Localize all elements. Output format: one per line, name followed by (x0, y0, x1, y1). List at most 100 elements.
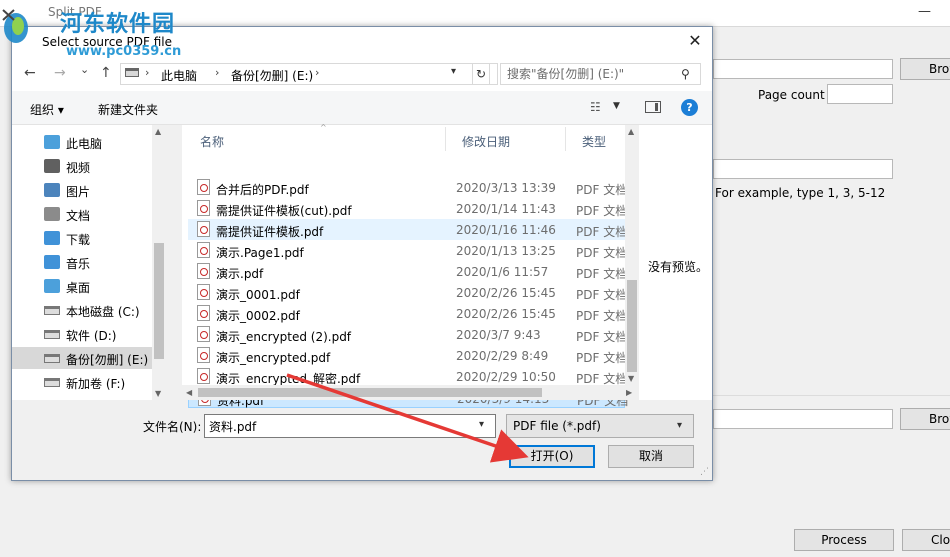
file-list: ^ 名称 修改日期 类型 合并后的PDF.pdf 2020/3/13 13:39 P… (182, 123, 639, 408)
column-divider[interactable] (445, 127, 446, 151)
file-list-scrollbar[interactable]: ▲ ▼ (625, 125, 639, 385)
chevron-right-icon[interactable]: › (145, 66, 149, 79)
file-row[interactable]: 演示_encrypted.pdf 2020/2/29 8:49 PDF 文档 (188, 345, 627, 366)
forward-arrow-icon[interactable]: → (54, 65, 66, 81)
search-icon[interactable]: ⚲ (681, 67, 690, 81)
filename-combobox[interactable]: ▾ (204, 414, 496, 438)
chevron-down-icon[interactable]: ▾ (451, 66, 456, 77)
scroll-down-icon[interactable]: ▼ (155, 389, 161, 398)
file-name: 演示_0001.pdf (216, 288, 300, 302)
pdf-file-icon (197, 242, 210, 258)
nav-pane-scrollbar[interactable]: ▲ ▼ (152, 125, 166, 400)
chevron-right-icon[interactable]: › (315, 66, 319, 79)
chevron-down-icon[interactable]: ▼ (613, 101, 620, 111)
search-box[interactable]: ⚲ (500, 63, 701, 85)
nav-item[interactable]: 新加卷 (F:) (12, 371, 152, 393)
scroll-up-icon[interactable]: ▲ (628, 127, 634, 136)
address-bar[interactable]: › 此电脑 › 备份[勿删] (E:) › ▾ (120, 63, 498, 85)
close-app-button[interactable]: Clo (902, 529, 950, 551)
file-name: 合并后的PDF.pdf (216, 183, 309, 197)
pdf-file-icon (197, 263, 210, 279)
file-row[interactable]: 演示_0002.pdf 2020/2/26 15:45 PDF 文档 (188, 303, 628, 324)
browse-output-button[interactable]: Brow (900, 408, 950, 430)
watermark-logo-icon (2, 9, 28, 43)
breadcrumb-this-pc[interactable]: 此电脑 (161, 67, 197, 84)
nav-item-label: 桌面 (66, 281, 91, 295)
chevron-right-icon[interactable]: › (215, 66, 219, 79)
up-arrow-icon[interactable]: ↑ (100, 65, 112, 81)
file-row[interactable]: 演示.Page1.pdf 2020/1/13 13:25 PDF 文档 (188, 240, 627, 261)
scroll-right-icon[interactable]: ▶ (626, 388, 632, 397)
recent-locations-icon[interactable]: ⌄ (80, 63, 89, 76)
page-count-field (827, 84, 893, 104)
process-button[interactable]: Process (794, 529, 894, 551)
file-name: 演示_0002.pdf (216, 309, 300, 323)
file-row[interactable]: 演示_0001.pdf 2020/2/26 15:45 PDF 文档 (188, 282, 627, 303)
nav-item[interactable]: 视频 (12, 155, 152, 177)
new-folder-button[interactable]: 新建文件夹 (98, 101, 158, 118)
preview-pane-icon[interactable] (645, 101, 661, 113)
scroll-thumb[interactable] (198, 388, 542, 397)
nav-item[interactable]: 文档 (12, 203, 152, 225)
open-button[interactable]: 打开(O) (509, 445, 595, 468)
nav-item[interactable]: 图片 (12, 179, 152, 201)
drive-icon (125, 68, 139, 77)
help-icon[interactable]: ? (681, 99, 698, 116)
nav-item[interactable]: 音乐 (12, 251, 152, 273)
file-type-value: PDF file (*.pdf) (513, 419, 601, 433)
file-type-select[interactable]: PDF file (*.pdf) ▾ (506, 414, 694, 438)
nav-item[interactable]: 桌面 (12, 275, 152, 297)
resize-grip-icon[interactable]: ⋰ (700, 467, 709, 477)
file-list-header: ^ 名称 修改日期 类型 (182, 123, 625, 153)
chevron-down-icon[interactable]: ▾ (479, 419, 484, 430)
file-type: PDF 文档 (576, 183, 628, 197)
scroll-thumb[interactable] (154, 243, 164, 359)
drive-icon (44, 330, 60, 339)
nav-item-label: 本地磁盘 (C:) (66, 305, 140, 319)
file-date-modified: 2020/2/26 15:45 (456, 307, 556, 321)
chevron-down-icon[interactable]: ▾ (677, 420, 682, 431)
file-row[interactable]: 需提供证件模板.pdf 2020/1/16 11:46 PDF 文档 (188, 219, 627, 240)
minimize-button[interactable]: — (918, 4, 932, 19)
breadcrumb-drive-e[interactable]: 备份[勿删] (E:) (231, 67, 313, 84)
page-range-input[interactable] (713, 159, 893, 179)
refresh-icon[interactable]: ↻ (472, 63, 490, 85)
scroll-down-icon[interactable]: ▼ (628, 374, 634, 383)
no-preview-text: 没有预览。 (648, 260, 709, 274)
back-arrow-icon[interactable]: ← (24, 65, 36, 81)
source-file-input[interactable] (713, 59, 893, 79)
column-name[interactable]: 名称 (200, 133, 224, 150)
nav-item-label: 音乐 (66, 257, 91, 271)
file-list-horizontal-scrollbar[interactable]: ◀ ▶ (182, 385, 639, 400)
browse-source-button[interactable]: Brow (900, 58, 950, 80)
dialog-close-icon[interactable]: ✕ (682, 30, 708, 52)
file-row[interactable]: 演示.pdf 2020/1/6 11:57 PDF 文档 (188, 261, 627, 282)
file-row[interactable]: 演示_encrypted (2).pdf 2020/3/7 9:43 PDF 文档 (188, 324, 627, 345)
nav-item[interactable]: 软件 (D:) (12, 323, 152, 345)
filename-input[interactable] (209, 418, 469, 434)
scroll-thumb[interactable] (627, 280, 637, 372)
organize-button[interactable]: 组织 ▾ (30, 101, 64, 118)
file-type: PDF 文档 (576, 204, 628, 218)
file-name: 需提供证件模板.pdf (216, 225, 324, 239)
column-divider[interactable] (565, 127, 566, 151)
file-row[interactable]: 需提供证件模板(cut).pdf 2020/1/14 11:43 PDF 文档 (188, 198, 628, 219)
nav-item-label: 视频 (66, 161, 91, 175)
output-folder-input[interactable] (713, 409, 893, 429)
cancel-button[interactable]: 取消 (608, 445, 694, 468)
column-type[interactable]: 类型 (582, 133, 606, 150)
column-date-modified[interactable]: 修改日期 (462, 133, 510, 150)
file-row[interactable]: 演示_encrypted_解密.pdf 2020/2/29 10:50 PDF 文档 (188, 366, 627, 387)
pdf-file-icon (197, 221, 210, 237)
nav-item[interactable]: 备份[勿删] (E:) (12, 347, 152, 369)
search-input[interactable] (507, 66, 677, 82)
file-type: PDF 文档 (576, 309, 628, 323)
scroll-left-icon[interactable]: ◀ (186, 388, 192, 397)
nav-item[interactable]: 下载 (12, 227, 152, 249)
nav-item[interactable]: 本地磁盘 (C:) (12, 299, 152, 321)
file-row[interactable]: 合并后的PDF.pdf 2020/3/13 13:39 PDF 文档 (188, 177, 628, 198)
watermark-site-url: www.pc0359.cn (66, 44, 182, 59)
scroll-up-icon[interactable]: ▲ (155, 127, 161, 136)
view-options-icon[interactable]: ☷ (590, 100, 601, 114)
nav-item[interactable]: 此电脑 (12, 131, 152, 153)
